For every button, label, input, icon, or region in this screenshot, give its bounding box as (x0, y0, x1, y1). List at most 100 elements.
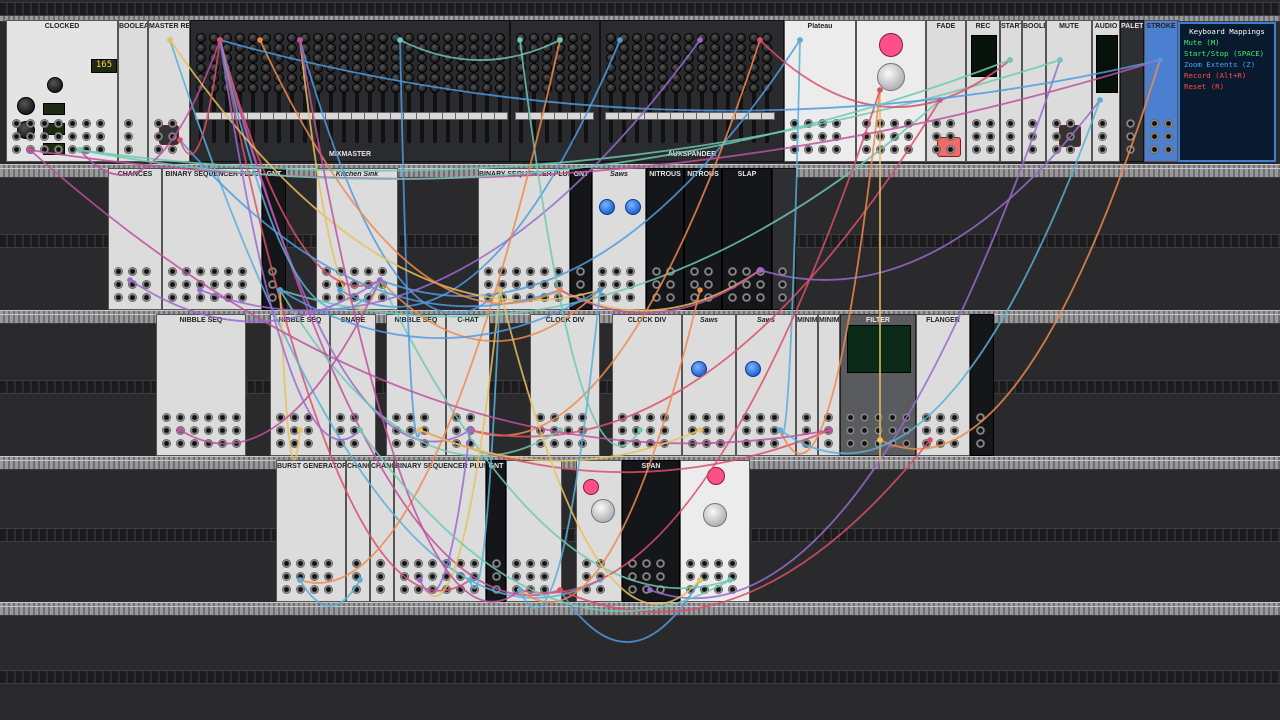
knob[interactable] (365, 33, 375, 43)
knob[interactable] (619, 73, 629, 83)
jack[interactable] (626, 280, 635, 289)
jack[interactable] (420, 426, 429, 435)
jack[interactable] (628, 572, 637, 581)
jack[interactable] (168, 119, 177, 128)
knob[interactable] (658, 33, 668, 43)
knob[interactable] (703, 503, 727, 527)
jack[interactable] (554, 293, 563, 302)
knob[interactable] (736, 73, 746, 83)
jack[interactable] (470, 559, 479, 568)
knob[interactable] (391, 73, 401, 83)
jack[interactable] (456, 572, 465, 581)
jack[interactable] (652, 280, 661, 289)
jack[interactable] (154, 145, 163, 154)
knob[interactable] (430, 63, 440, 73)
jack[interactable] (742, 280, 751, 289)
jack[interactable] (1066, 145, 1075, 154)
jack[interactable] (282, 585, 291, 594)
module-nibble-seq[interactable]: NIBBLE SEQ (156, 314, 246, 456)
jack[interactable] (742, 267, 751, 276)
jack[interactable] (204, 426, 213, 435)
jack[interactable] (598, 293, 607, 302)
jack[interactable] (1164, 132, 1173, 141)
knob[interactable] (430, 73, 440, 83)
channel-fader[interactable] (567, 91, 581, 143)
knob[interactable] (645, 73, 655, 83)
knob[interactable] (495, 33, 505, 43)
jack[interactable] (756, 426, 765, 435)
jack[interactable] (79, 161, 88, 162)
channel-fader[interactable] (312, 91, 326, 143)
knob[interactable] (723, 83, 733, 93)
jack[interactable] (582, 572, 591, 581)
jack[interactable] (946, 132, 955, 141)
channel-fader[interactable] (455, 91, 469, 143)
knob[interactable] (749, 33, 759, 43)
module-nibble-seq-2[interactable]: NIBBLE SEQ (270, 314, 330, 456)
jack[interactable] (168, 293, 177, 302)
jack[interactable] (536, 413, 545, 422)
jack[interactable] (268, 293, 277, 302)
jack[interactable] (218, 439, 227, 448)
knob[interactable] (671, 83, 681, 93)
knob[interactable] (404, 73, 414, 83)
jack[interactable] (626, 267, 635, 276)
knob[interactable] (625, 199, 641, 215)
jack[interactable] (888, 439, 897, 448)
jack[interactable] (660, 439, 669, 448)
jack[interactable] (976, 413, 985, 422)
jack[interactable] (470, 572, 479, 581)
knob[interactable] (456, 73, 466, 83)
knob[interactable] (222, 63, 232, 73)
jack[interactable] (540, 559, 549, 568)
jack[interactable] (364, 267, 373, 276)
jack[interactable] (536, 439, 545, 448)
knob[interactable] (581, 63, 591, 73)
knob[interactable] (352, 63, 362, 73)
knob[interactable] (736, 63, 746, 73)
knob[interactable] (326, 33, 336, 43)
knob[interactable] (568, 43, 578, 53)
jack[interactable] (972, 132, 981, 141)
jack[interactable] (296, 585, 305, 594)
jack[interactable] (26, 119, 35, 128)
jack[interactable] (770, 426, 779, 435)
jack[interactable] (82, 119, 91, 128)
jack[interactable] (1006, 132, 1015, 141)
jack[interactable] (702, 426, 711, 435)
knob[interactable] (196, 73, 206, 83)
jack[interactable] (59, 161, 68, 162)
knob[interactable] (222, 53, 232, 63)
knob[interactable] (456, 33, 466, 43)
module-filter[interactable]: FILTER (840, 314, 916, 456)
jack[interactable] (526, 280, 535, 289)
knob[interactable] (313, 63, 323, 73)
jack[interactable] (688, 413, 697, 422)
knob[interactable] (339, 53, 349, 63)
knob[interactable] (723, 73, 733, 83)
knob[interactable] (568, 33, 578, 43)
jack[interactable] (632, 426, 641, 435)
jack[interactable] (902, 426, 911, 435)
jack[interactable] (714, 585, 723, 594)
knob[interactable] (326, 63, 336, 73)
knob[interactable] (352, 33, 362, 43)
knob[interactable] (274, 33, 284, 43)
module-palette[interactable]: PALETTE (1120, 20, 1144, 162)
jack[interactable] (904, 119, 913, 128)
knob[interactable] (443, 83, 453, 93)
jack[interactable] (874, 439, 883, 448)
jack[interactable] (666, 267, 675, 276)
jack[interactable] (704, 280, 713, 289)
jack[interactable] (128, 293, 137, 302)
knob[interactable] (697, 73, 707, 83)
knob[interactable] (658, 83, 668, 93)
jack[interactable] (268, 267, 277, 276)
jack[interactable] (728, 267, 737, 276)
jack[interactable] (642, 572, 651, 581)
jack[interactable] (304, 413, 313, 422)
jack[interactable] (660, 426, 669, 435)
channel-fader[interactable] (195, 91, 209, 143)
channel-fader[interactable] (208, 91, 222, 143)
knob[interactable] (516, 43, 526, 53)
